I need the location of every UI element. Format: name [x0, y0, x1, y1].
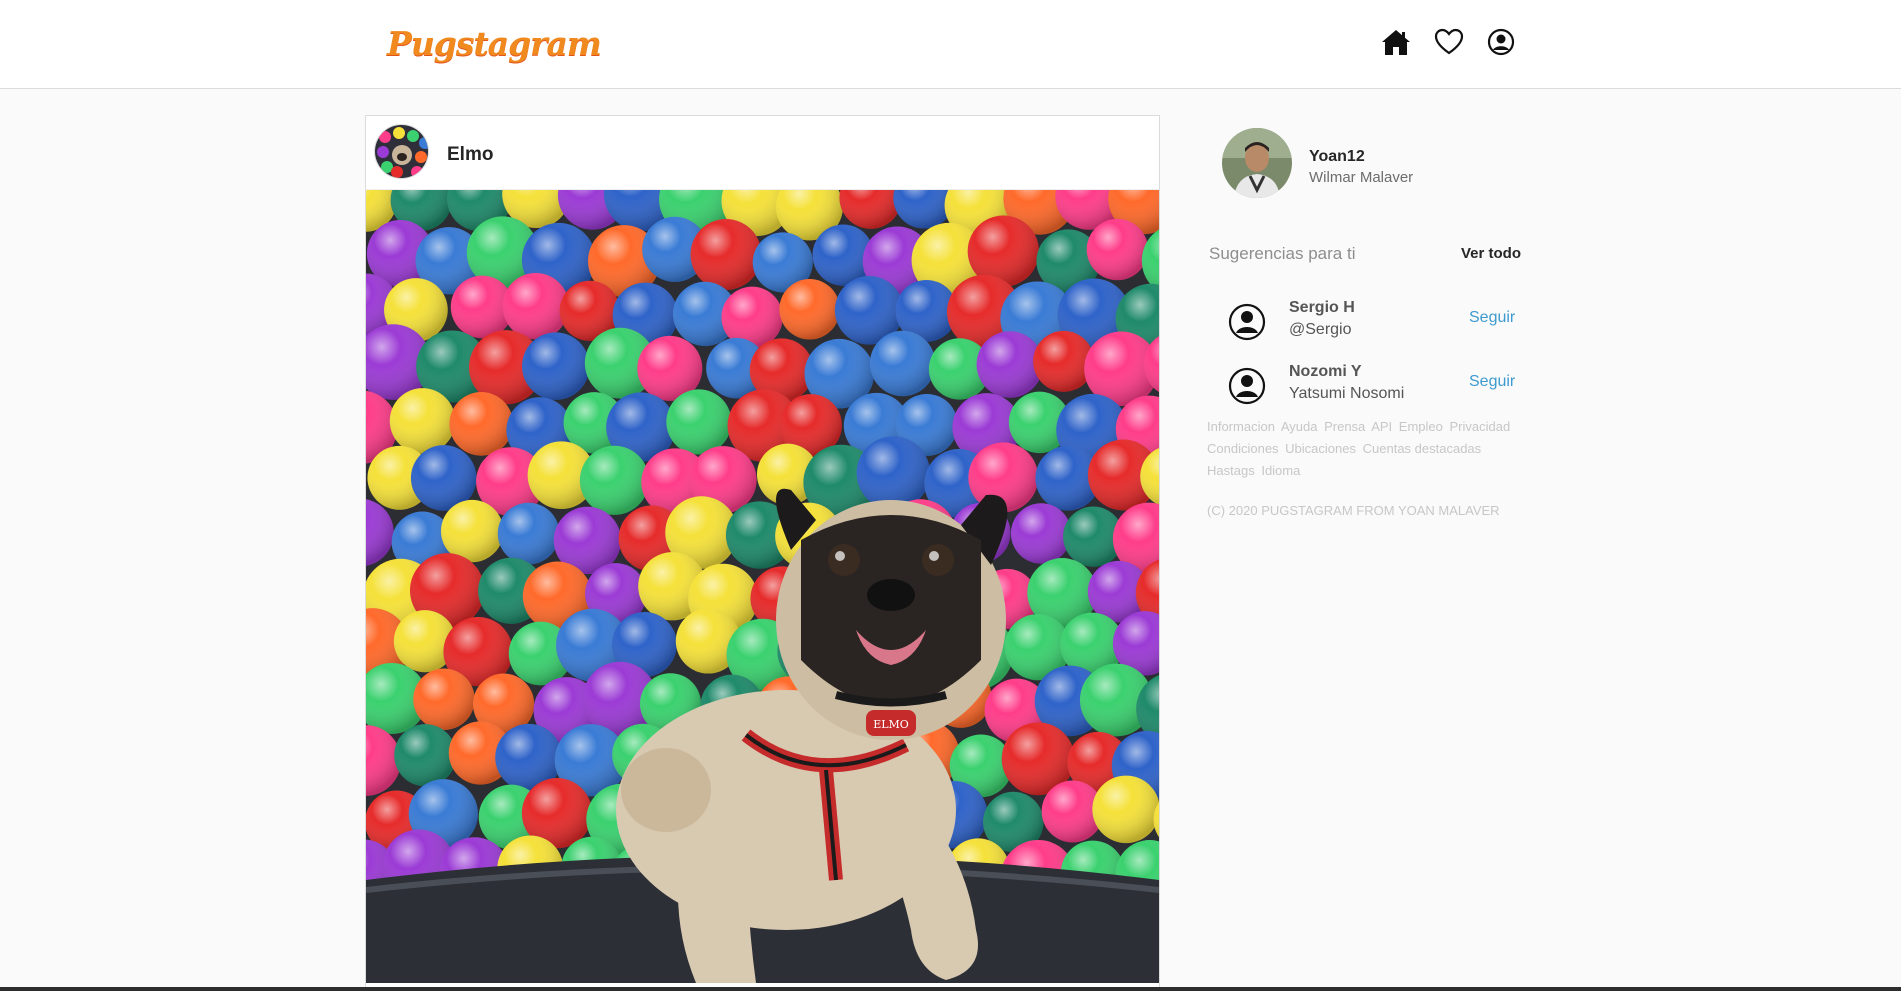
- copyright-text: (C) 2020 PUGSTAGRAM FROM YOAN MALAVER: [1207, 503, 1500, 518]
- footer-link-api[interactable]: API: [1371, 419, 1392, 434]
- suggestion-handle: Yatsumi Nosomi: [1289, 385, 1405, 402]
- post-header: Elmo: [366, 116, 1159, 190]
- current-user-avatar[interactable]: [1222, 128, 1292, 198]
- ball-shine: [1092, 775, 1159, 844]
- ball-shine: [449, 392, 514, 456]
- ball-shine: [1086, 218, 1149, 281]
- footer-link-privacidad[interactable]: Privacidad: [1450, 419, 1511, 434]
- home-icon[interactable]: [1380, 26, 1412, 58]
- ball-shine: [521, 332, 590, 400]
- ball-shine: [690, 219, 762, 290]
- suggestion-name[interactable]: Nozomi Y: [1289, 363, 1362, 381]
- suggestion-name[interactable]: Sergio H: [1289, 299, 1355, 317]
- follow-button[interactable]: Seguir: [1469, 309, 1515, 327]
- footer-link-informacion[interactable]: Informacion: [1207, 419, 1275, 434]
- footer-link-prensa[interactable]: Prensa: [1324, 419, 1365, 434]
- user-avatar-icon[interactable]: [1228, 367, 1266, 405]
- ball-shine: [579, 445, 649, 515]
- ball-shine: [869, 330, 936, 397]
- current-user-username[interactable]: Yoan12: [1309, 148, 1365, 166]
- ball-shine: [497, 502, 560, 565]
- ball-shine: [1010, 503, 1072, 564]
- top-navigation-bar: Pugstagram: [0, 0, 1901, 89]
- user-avatar-icon[interactable]: [1228, 303, 1266, 341]
- ball-shine: [394, 724, 457, 787]
- post-card: Elmo ELMO: [365, 115, 1160, 991]
- footer-link-condiciones[interactable]: Condiciones: [1207, 441, 1279, 456]
- ball-shine: [976, 331, 1044, 398]
- current-user-fullname: Wilmar Malaver: [1309, 169, 1414, 186]
- ball-shine: [666, 389, 732, 455]
- bottom-edge: [0, 987, 1901, 991]
- ball-shine: [502, 272, 569, 340]
- post-photo[interactable]: ELMO: [366, 190, 1159, 983]
- see-all-link[interactable]: Ver todo: [1461, 245, 1521, 262]
- footer-link-ayuda[interactable]: Ayuda: [1281, 419, 1318, 434]
- heart-icon[interactable]: [1433, 26, 1465, 58]
- pugstagram-logo[interactable]: Pugstagram: [387, 24, 602, 63]
- footer-link-hastags[interactable]: Hastags: [1207, 463, 1255, 478]
- collar-tag-text: ELMO: [873, 718, 909, 731]
- suggestion-item: Sergio H @Sergio Seguir: [1228, 299, 1518, 349]
- follow-button[interactable]: Seguir: [1469, 373, 1515, 391]
- post-author-avatar[interactable]: [374, 124, 429, 179]
- ball-shine: [440, 499, 504, 563]
- profile-icon[interactable]: [1485, 26, 1517, 58]
- ball-shine: [779, 279, 840, 340]
- ball-shine: [413, 668, 475, 731]
- post-author-username[interactable]: Elmo: [447, 144, 493, 166]
- footer-link-ubicaciones[interactable]: Ubicaciones: [1285, 441, 1356, 456]
- footer-link-cuentas-destacadas[interactable]: Cuentas destacadas: [1363, 441, 1482, 456]
- ball-shine: [856, 436, 931, 510]
- ball-shine: [389, 388, 456, 454]
- suggestion-handle: @Sergio: [1289, 321, 1352, 338]
- suggestion-item: Nozomi Y Yatsumi Nosomi Seguir: [1228, 363, 1518, 413]
- footer-link-empleo[interactable]: Empleo: [1399, 419, 1443, 434]
- footer-links: Informacion Ayuda Prensa API Empleo Priv…: [1207, 416, 1527, 482]
- suggestions-title: Sugerencias para ti: [1209, 244, 1356, 263]
- footer-link-idioma[interactable]: Idioma: [1261, 463, 1300, 478]
